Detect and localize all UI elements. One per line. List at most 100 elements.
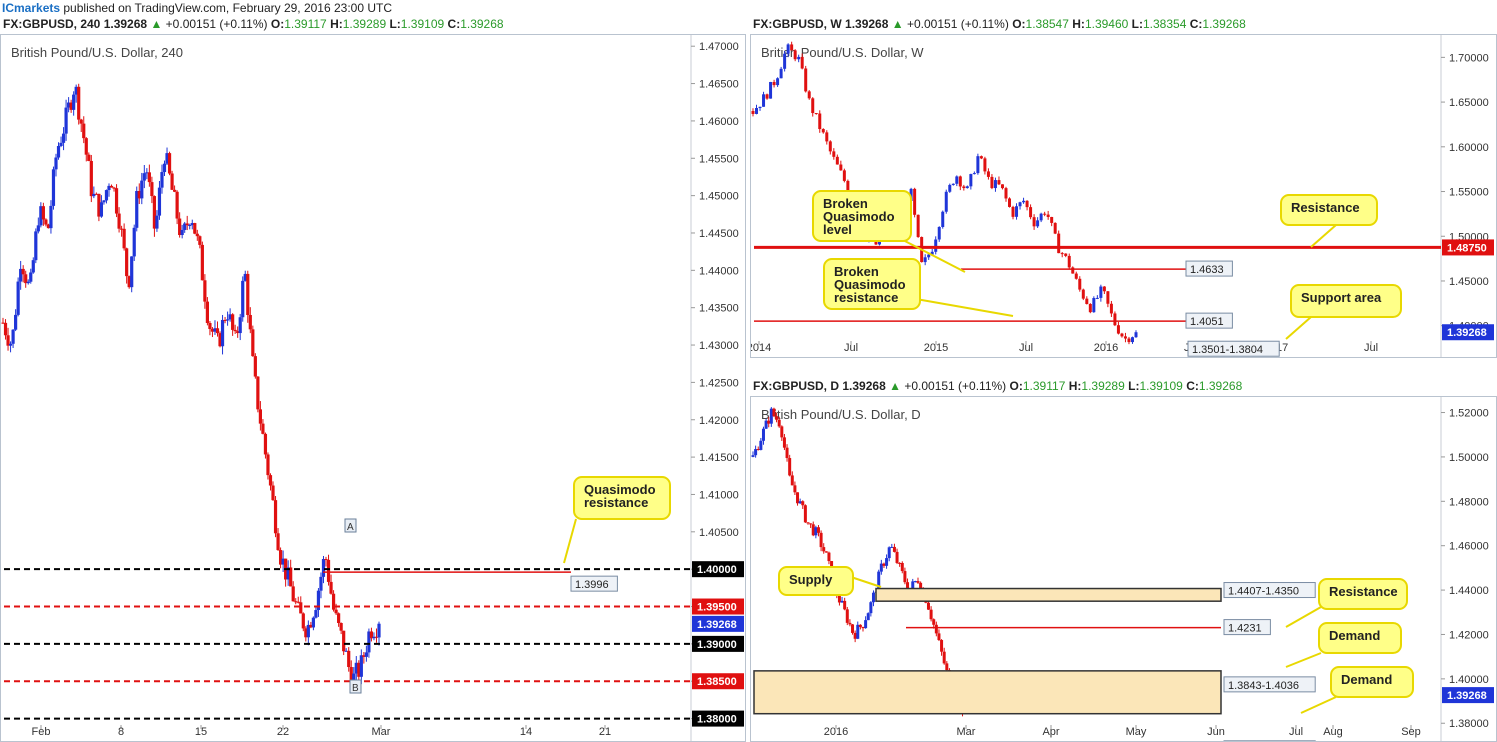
candle-body: [835, 156, 839, 165]
change-weekly: +0.00151 (+0.11%): [906, 17, 1009, 31]
candle-body: [130, 256, 134, 288]
candle-body: [845, 609, 849, 623]
h4-chart-svg[interactable]: 1.47000 1.46500 1.46000 1.45500 1.45000 1.445…: [1, 35, 745, 741]
candle-body: [21, 268, 25, 275]
candle-body: [324, 559, 328, 561]
candle-body: [109, 185, 114, 188]
candle-body: [329, 581, 333, 594]
candle-body: [951, 183, 955, 185]
y-tick-label: 1.60000: [1449, 142, 1489, 154]
y-tick-label: 1.43500: [699, 303, 739, 315]
candle-body: [837, 595, 841, 603]
supply-callout-text: Supply: [789, 572, 833, 587]
change-daily: +0.00151 (+0.11%): [904, 379, 1007, 393]
candle-body: [969, 174, 973, 187]
open-daily: 1.39117: [1022, 379, 1066, 393]
candle-body: [793, 50, 797, 60]
candle-body: [759, 440, 763, 450]
quasimodo-price-label: 1.3996: [575, 579, 609, 591]
candle-body: [54, 157, 58, 170]
candle-body: [1120, 333, 1124, 337]
candle-body: [41, 206, 45, 220]
resistance-callout-pointer: [1285, 606, 1322, 628]
candle-body: [1043, 213, 1047, 215]
candle-body: [44, 219, 48, 225]
chart-title: British Pound/U.S. Dollar, D: [761, 407, 921, 422]
candle-body: [334, 609, 338, 614]
candle-body: [809, 523, 813, 525]
candle-body: [866, 613, 870, 621]
candle-body: [1000, 184, 1004, 189]
candle-body: [856, 624, 860, 639]
candle-body: [364, 652, 368, 657]
up-triangle-icon: ▲: [891, 17, 904, 31]
point-b-label: B: [352, 683, 359, 694]
candle-body: [751, 111, 755, 114]
x-tick-label: 15: [195, 726, 207, 738]
candle-body: [898, 562, 902, 564]
candle-body: [51, 169, 56, 206]
candle-body: [16, 281, 20, 315]
candle-body: [839, 164, 843, 171]
candle-body: [965, 186, 969, 189]
candle-body: [125, 248, 129, 277]
open-h4: 1.39117: [284, 17, 327, 31]
x-tick-label: 2015: [924, 342, 948, 354]
close-daily: 1.39268: [1198, 379, 1243, 393]
up-triangle-icon: ▲: [889, 379, 901, 393]
candle-body: [203, 280, 207, 302]
symbol-h4[interactable]: FX:GBPUSD, 240: [3, 17, 100, 31]
candle-body: [824, 551, 828, 553]
brand-name[interactable]: ICmarkets: [2, 1, 60, 15]
candle-body: [238, 317, 242, 334]
candle-body: [326, 559, 331, 582]
y-tick-label: 1.42000: [699, 415, 739, 427]
last-price-tag: 1.39268: [1447, 690, 1487, 702]
candle-body: [220, 319, 225, 347]
candle-body: [36, 225, 40, 232]
candle-body: [927, 254, 931, 258]
candle-body: [790, 475, 794, 486]
candle-body: [200, 244, 204, 281]
candle-body: [339, 622, 343, 631]
y-tick-label: 1.44000: [699, 265, 739, 277]
high-h4: 1.39289: [342, 17, 387, 31]
candle-body: [765, 94, 769, 99]
candle-body: [160, 172, 164, 188]
candle-body: [319, 576, 323, 591]
last-price-tag: 1.39268: [697, 619, 737, 631]
candle-body: [887, 547, 891, 559]
resistance-tag: 1.48750: [1447, 242, 1487, 254]
candle-body: [64, 107, 68, 134]
candle-body: [34, 231, 38, 261]
chart-panel-weekly[interactable]: 1.70000 1.65000 1.60000 1.55000 1.50000 1.450…: [750, 34, 1497, 358]
candle-body: [948, 184, 952, 192]
low-h4: 1.39109: [400, 17, 445, 31]
candle-body: [258, 409, 262, 424]
candle-body: [114, 188, 119, 214]
chart-title: British Pound/U.S. Dollar, 240: [11, 45, 183, 60]
candle-body: [942, 651, 946, 664]
weekly-chart-svg[interactable]: 1.700001.650001.600001.550001.500001.450…: [751, 35, 1496, 357]
candle-body: [1011, 206, 1015, 217]
candle-body: [827, 552, 831, 562]
chart-panel-daily[interactable]: 1.52000 1.50000 1.48000 1.46000 1.44000 1.420…: [750, 396, 1497, 742]
x-tick-label: 22: [277, 726, 289, 738]
candle-body: [769, 81, 773, 99]
candle-body: [1081, 289, 1085, 299]
candle-body: [1092, 298, 1096, 313]
candle-body: [798, 501, 802, 504]
candle-body: [861, 626, 865, 629]
daily-chart-svg[interactable]: 1.52000 1.50000 1.48000 1.46000 1.44000 1.420…: [751, 397, 1496, 741]
symbol-weekly[interactable]: FX:GBPUSD, W: [753, 17, 842, 31]
candle-body: [49, 205, 53, 229]
candle-body: [1127, 338, 1131, 343]
chart-panel-h4[interactable]: 1.47000 1.46500 1.46000 1.45500 1.45000 1.445…: [0, 34, 746, 742]
bq-resistance-callout-pointer: [915, 298, 1014, 317]
candle-body: [215, 328, 220, 334]
candle-body: [122, 228, 126, 249]
y-tick-label: 1.70000: [1449, 52, 1489, 64]
candle-body: [916, 214, 920, 238]
candle-body: [779, 68, 783, 79]
symbol-daily[interactable]: FX:GBPUSD, D: [753, 379, 839, 393]
